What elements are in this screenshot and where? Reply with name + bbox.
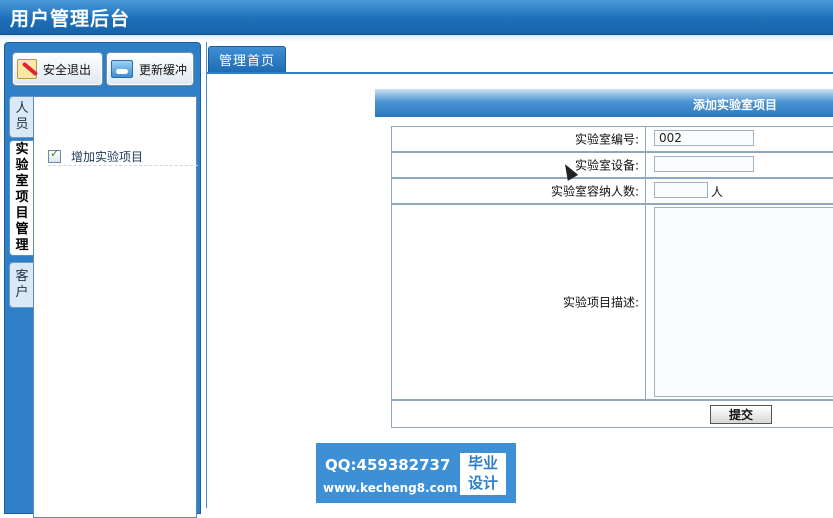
lab-id-input[interactable] [654,130,754,146]
tab-lab-project-management[interactable]: 实验室项目管理 [9,140,34,256]
form-header: 添加实验室项目 [375,89,833,117]
tree-item-add-project[interactable]: 增加实验项目 [48,147,198,166]
lab-device-label: 实验室设备: [574,158,639,173]
watermark-badge: 毕业 设计 [460,453,506,495]
form-title: 添加实验室项目 [693,98,778,112]
menu-tree: 增加实验项目 [33,96,198,518]
lab-device-input[interactable] [654,156,754,172]
refresh-cache-button[interactable]: 更新缓冲 [106,52,194,86]
tab-customer-label: 客户 [15,269,29,300]
form-row-project-description: 实验项目描述: [391,204,833,400]
main-area: 管理首页 添加实验室项目 实验室编号: 实验室设备: 实验室容纳人数: 人 实验… [206,42,833,508]
logout-button-label: 安全退出 [43,62,92,77]
lab-id-label: 实验室编号: [574,132,639,147]
checkbox-icon [48,147,61,163]
watermark-badge-line2: 设计 [467,474,498,492]
submit-button[interactable]: 提交 [710,405,772,424]
logout-button[interactable]: 安全退出 [12,52,103,86]
capacity-unit: 人 [711,185,724,199]
app-header: 用户管理后台 [0,0,833,35]
logout-icon [17,59,37,79]
form-row-lab-capacity: 实验室容纳人数: 人 [391,178,833,204]
form-row-lab-device: 实验室设备: [391,152,833,178]
app-title: 用户管理后台 [10,8,131,30]
form-row-submit: 提交 [391,400,833,428]
tree-item-label: 增加实验项目 [71,149,144,164]
watermark-qq: QQ:459382737 [325,456,451,474]
lab-capacity-input[interactable] [654,182,708,198]
tab-admin-home[interactable]: 管理首页 [208,46,286,72]
side-tabs: 人员 实验室项目管理 客户 [9,96,34,516]
watermark-badge-line1: 毕业 [467,454,498,472]
form-row-lab-id: 实验室编号: [391,126,833,152]
watermark-banner: QQ:459382737 www.kecheng8.com 毕业 设计 [316,443,516,503]
watermark-url: www.kecheng8.com [323,481,458,495]
tab-personnel-label: 人员 [15,101,29,132]
lab-capacity-label: 实验室容纳人数: [550,184,639,199]
refresh-icon [111,60,133,78]
tab-personnel[interactable]: 人员 [9,96,34,138]
project-description-textarea[interactable] [654,207,833,397]
tab-strip: 管理首页 [207,42,833,74]
tab-customer[interactable]: 客户 [9,262,34,308]
header-subbar [0,35,833,42]
tab-lab-project-label: 实验室项目管理 [15,142,29,253]
left-panel: 安全退出 更新缓冲 人员 实验室项目管理 客户 增加实验项目 [4,42,201,518]
refresh-button-label: 更新缓冲 [139,62,188,77]
project-description-label: 实验项目描述: [562,295,639,310]
